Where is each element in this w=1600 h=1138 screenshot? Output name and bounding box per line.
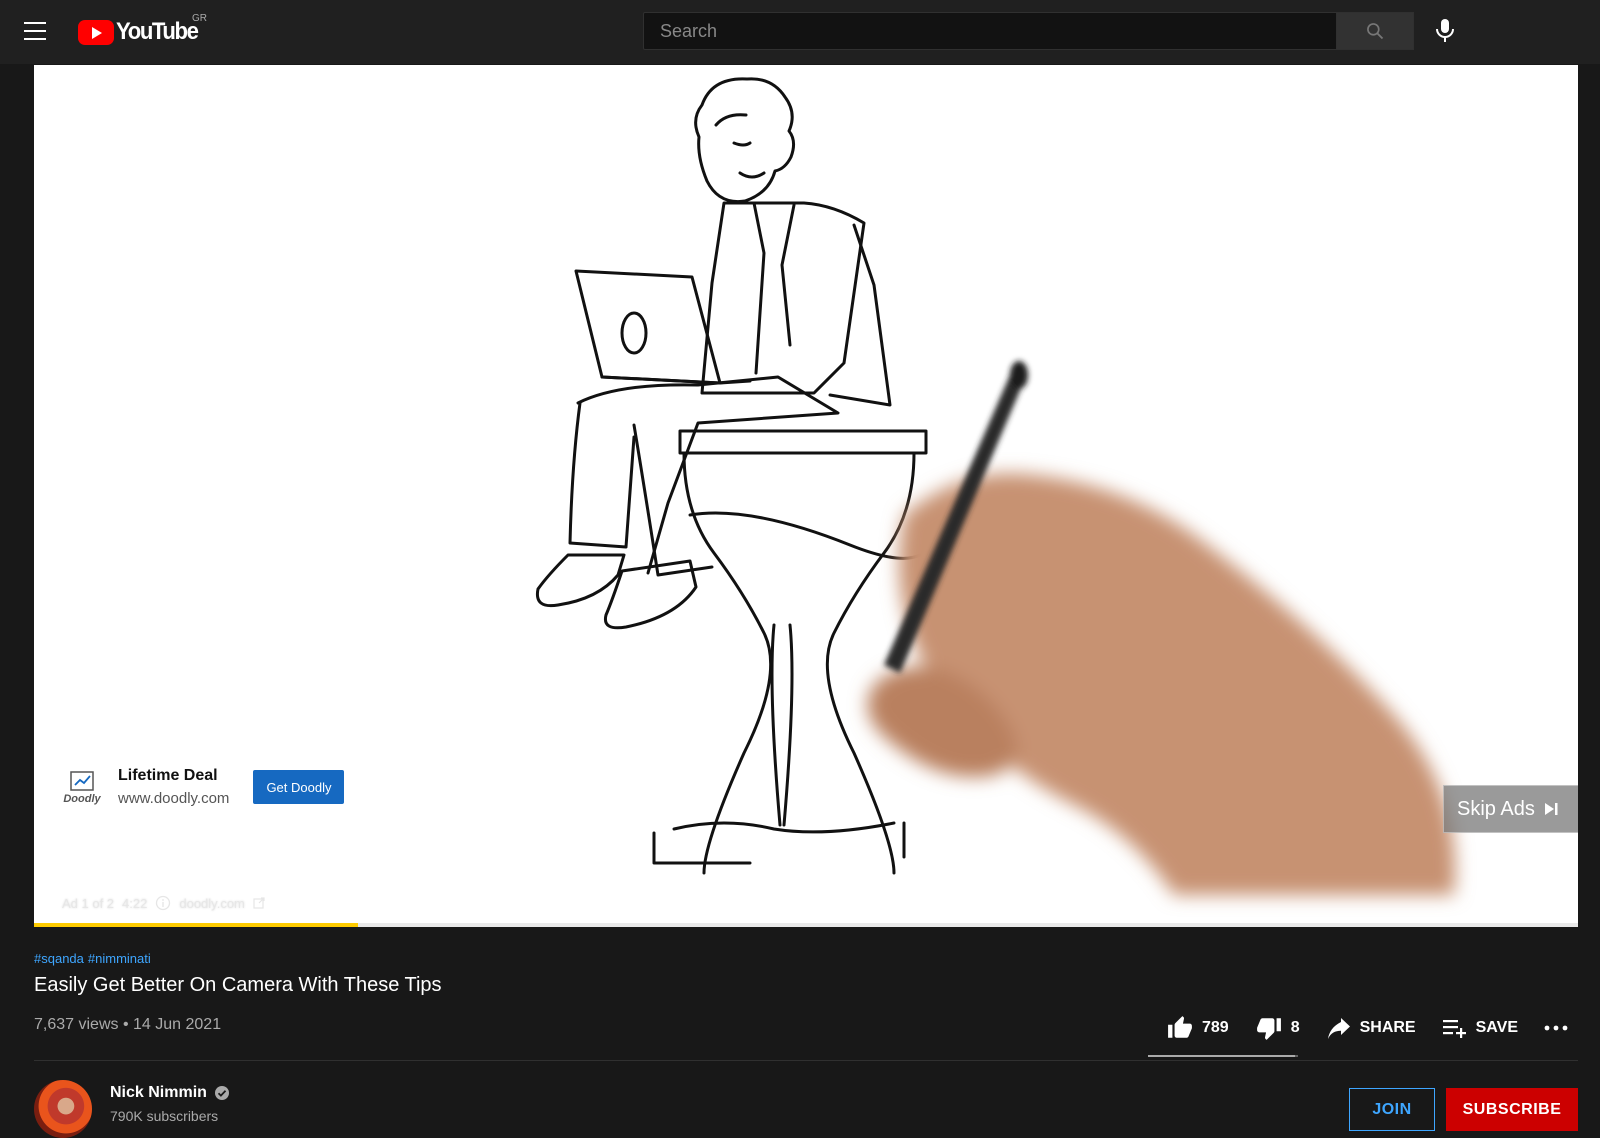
ad-url[interactable]: www.doodly.com: [118, 790, 229, 807]
subscribe-button[interactable]: SUBSCRIBE: [1446, 1088, 1578, 1131]
video-actions: 789 8 SHARE SAVE: [1166, 1012, 1568, 1044]
divider: [34, 1060, 1578, 1061]
hashtag-link[interactable]: #nimminati: [88, 951, 151, 966]
channel-info: Nick Nimmin 790K subscribers: [110, 1084, 230, 1124]
doodly-logo-icon: [70, 770, 94, 791]
info-icon[interactable]: [155, 895, 171, 911]
ad-texts: Lifetime Deal www.doodly.com: [118, 767, 229, 807]
ad-cta-button[interactable]: Get Doodly: [253, 770, 345, 804]
hashtag-link[interactable]: #sqanda: [34, 951, 84, 966]
more-icon: [1544, 1025, 1568, 1031]
youtube-logo-icon: [78, 19, 114, 45]
youtube-logo[interactable]: YouTube: [78, 18, 205, 46]
subscriber-count: 790K subscribers: [110, 1108, 219, 1124]
channel-name-row: Nick Nimmin: [110, 1084, 230, 1102]
ad-progress-bar[interactable]: [34, 923, 1578, 927]
search-icon: [1367, 23, 1384, 40]
video-title: Easily Get Better On Camera With These T…: [34, 974, 442, 996]
advertiser-logo[interactable]: Doodly: [58, 765, 106, 809]
like-button[interactable]: 789: [1166, 1015, 1229, 1041]
verified-icon: [214, 1086, 229, 1100]
ad-domain-link[interactable]: doodly.com: [179, 896, 245, 911]
thumb-up-icon: [1166, 1015, 1194, 1041]
thumb-down-icon: [1255, 1015, 1283, 1041]
share-icon: [1326, 1016, 1352, 1040]
skip-icon: [1543, 801, 1559, 817]
ad-position: Ad 1 of 2: [62, 895, 115, 911]
video-player[interactable]: Doodly Lifetime Deal www.doodly.com Get …: [34, 65, 1578, 927]
logo-text: YouTube: [116, 18, 199, 45]
search-button[interactable]: [1336, 12, 1414, 50]
mic-icon: [1436, 19, 1454, 42]
dislike-count: 8: [1290, 1019, 1300, 1036]
menu-icon[interactable]: [24, 22, 46, 40]
meta-separator: •: [122, 1016, 129, 1033]
ad-overlay-card: Doodly Lifetime Deal www.doodly.com Get …: [58, 765, 345, 809]
save-button[interactable]: SAVE: [1442, 1017, 1518, 1039]
external-link-icon[interactable]: [253, 897, 265, 909]
ad-title[interactable]: Lifetime Deal: [118, 767, 229, 785]
search-box: [643, 12, 1337, 50]
share-label: SHARE: [1359, 1019, 1416, 1036]
save-label: SAVE: [1475, 1019, 1518, 1036]
channel-name[interactable]: Nick Nimmin: [110, 1084, 207, 1102]
video-meta: 7,637 views • 14 Jun 2021: [34, 1016, 221, 1034]
search-input[interactable]: [660, 20, 1336, 42]
ad-info-bar: Ad 1 of 2 4:22 doodly.com: [62, 895, 265, 911]
ad-duration: 4:22: [122, 895, 148, 911]
more-actions-button[interactable]: [1544, 1024, 1568, 1032]
hashtags: #sqanda #nimminati: [34, 951, 155, 966]
playlist-add-icon: [1442, 1017, 1468, 1039]
skip-ads-label: Skip Ads: [1457, 797, 1535, 820]
upload-date: 14 Jun 2021: [133, 1016, 222, 1033]
channel-row: Nick Nimmin 790K subscribers: [34, 1080, 230, 1138]
channel-avatar[interactable]: [34, 1080, 92, 1138]
like-dislike-bar: [1148, 1055, 1298, 1057]
like-count: 789: [1201, 1019, 1229, 1036]
voice-search-button[interactable]: [1430, 16, 1460, 46]
skip-ads-button[interactable]: Skip Ads: [1443, 785, 1578, 833]
advertiser-logo-text: Doodly: [63, 792, 101, 805]
join-button[interactable]: JOIN: [1349, 1088, 1435, 1131]
country-code: GR: [192, 13, 207, 24]
share-button[interactable]: SHARE: [1326, 1016, 1416, 1040]
view-count: 7,637 views: [34, 1016, 119, 1033]
masthead: YouTube GR: [0, 0, 1600, 64]
ad-progress-fill: [34, 923, 359, 927]
dislike-button[interactable]: 8: [1255, 1015, 1300, 1041]
like-ratio-fill: [1148, 1055, 1295, 1057]
